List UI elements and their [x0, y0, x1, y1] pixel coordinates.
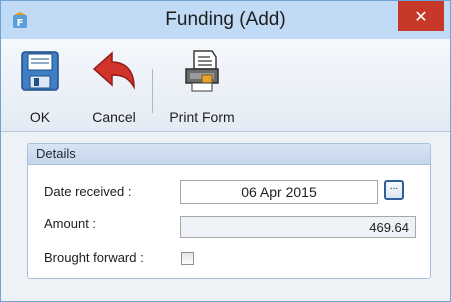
date-received-field[interactable]: 06 Apr 2015	[180, 180, 378, 204]
title-bar[interactable]: F Funding (Add) ✕	[1, 1, 450, 39]
toolbar-separator	[152, 69, 153, 113]
details-header: Details	[28, 144, 430, 165]
close-icon: ✕	[414, 6, 428, 26]
save-disk-icon	[21, 51, 59, 91]
print-form-label: Print Form	[169, 109, 235, 125]
date-received-label: Date received :	[44, 184, 132, 199]
dialog-window: F Funding (Add) ✕ OK Cancel Print Form D…	[0, 0, 451, 302]
amount-field[interactable]: 469.64	[180, 216, 416, 238]
date-picker-button[interactable]: ...	[384, 180, 404, 200]
printer-icon	[185, 50, 219, 92]
cancel-label: Cancel	[92, 109, 136, 125]
cancel-button[interactable]: Cancel	[87, 49, 141, 125]
brought-forward-label: Brought forward :	[44, 250, 144, 265]
ok-button[interactable]: OK	[19, 49, 61, 125]
window-title: Funding (Add)	[165, 9, 286, 30]
brought-forward-checkbox[interactable]	[181, 252, 194, 265]
close-button[interactable]: ✕	[398, 1, 444, 31]
undo-arrow-icon	[92, 51, 135, 90]
amount-label: Amount :	[44, 216, 97, 231]
details-panel: Details Date received : 06 Apr 2015 ... …	[27, 143, 431, 279]
ok-label: OK	[29, 109, 51, 125]
toolbar: OK Cancel Print Form	[1, 39, 450, 132]
print-form-button[interactable]: Print Form	[163, 49, 241, 125]
